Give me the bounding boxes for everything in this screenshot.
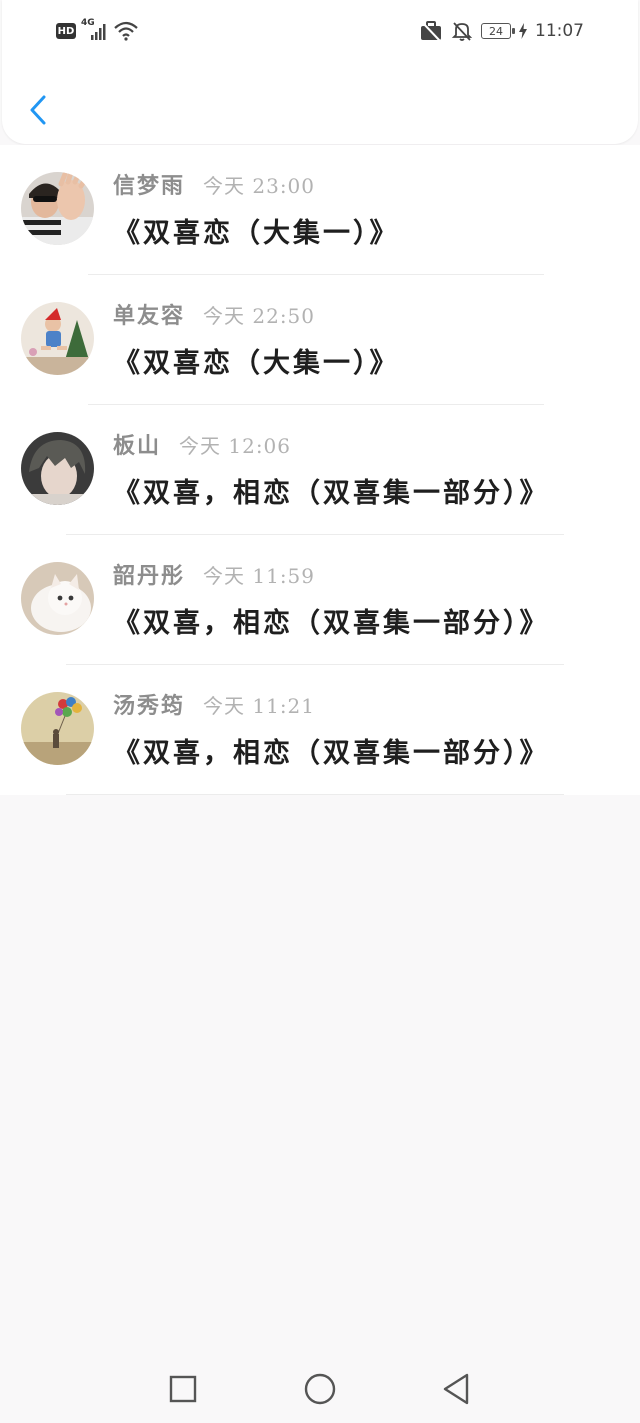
username[interactable]: 信梦雨 (113, 168, 185, 200)
username[interactable]: 韶丹彤 (113, 558, 185, 590)
circle-icon (304, 1373, 336, 1405)
navigation-bar (0, 1353, 640, 1423)
status-bar: HD 4G 24 11:07 (0, 0, 640, 60)
avatar[interactable] (21, 432, 94, 505)
network-type: 4G (81, 18, 95, 28)
username[interactable]: 汤秀筠 (113, 688, 185, 720)
list-item[interactable]: 板山 今天 12:06 《双喜，相恋（双喜集一部分）》 (0, 405, 640, 535)
avatar[interactable] (21, 562, 94, 635)
clock: 11:07 (535, 21, 584, 41)
square-icon (169, 1375, 197, 1403)
comment-meta: 板山 今天 12:06 (113, 428, 291, 460)
back-button[interactable] (20, 88, 56, 132)
recents-button[interactable] (163, 1369, 203, 1409)
status-left: HD 4G (56, 18, 139, 44)
home-button[interactable] (300, 1369, 340, 1409)
status-right: 24 11:07 (419, 18, 584, 44)
timestamp: 今天 11:59 (203, 564, 316, 588)
briefcase-off-icon (421, 21, 441, 42)
comment-meta: 单友容 今天 22:50 (113, 298, 315, 330)
avatar[interactable] (21, 302, 94, 375)
timestamp: 今天 22:50 (203, 304, 316, 328)
list-item[interactable]: 信梦雨 今天 23:00 《双喜恋（大集一）》 (0, 145, 640, 275)
comment-list: 信梦雨 今天 23:00 《双喜恋（大集一）》 单友容 今天 22:50 《双喜… (0, 145, 640, 795)
battery-icon: 24 (481, 23, 515, 39)
avatar[interactable] (21, 172, 94, 245)
username[interactable]: 板山 (113, 428, 161, 460)
list-item[interactable]: 单友容 今天 22:50 《双喜恋（大集一）》 (0, 275, 640, 405)
comment-meta: 汤秀筠 今天 11:21 (113, 688, 315, 720)
avatar[interactable] (21, 692, 94, 765)
bell-off-icon (451, 22, 473, 41)
timestamp: 今天 11:21 (203, 694, 316, 718)
hd-icon: HD (56, 23, 76, 39)
list-item[interactable]: 汤秀筠 今天 11:21 《双喜，相恋（双喜集一部分）》 (0, 665, 640, 795)
timestamp: 今天 23:00 (203, 174, 316, 198)
username[interactable]: 单友容 (113, 298, 185, 330)
comment-title[interactable]: 《双喜恋（大集一）》 (113, 211, 400, 250)
wifi-icon (114, 21, 138, 41)
timestamp: 今天 12:06 (179, 434, 292, 458)
divider (66, 794, 564, 795)
comment-title[interactable]: 《双喜，相恋（双喜集一部分）》 (113, 731, 550, 770)
triangle-left-icon (443, 1373, 469, 1405)
signal-icon: 4G (81, 18, 107, 42)
charging-icon (519, 23, 527, 39)
back-nav-button[interactable] (436, 1369, 476, 1409)
list-item[interactable]: 韶丹彤 今天 11:59 《双喜，相恋（双喜集一部分）》 (0, 535, 640, 665)
chevron-left-icon (30, 95, 46, 125)
comment-title[interactable]: 《双喜恋（大集一）》 (113, 341, 400, 380)
comment-title[interactable]: 《双喜，相恋（双喜集一部分）》 (113, 471, 550, 510)
comment-meta: 韶丹彤 今天 11:59 (113, 558, 315, 590)
comment-meta: 信梦雨 今天 23:00 (113, 168, 315, 200)
comment-title[interactable]: 《双喜，相恋（双喜集一部分）》 (113, 601, 550, 640)
